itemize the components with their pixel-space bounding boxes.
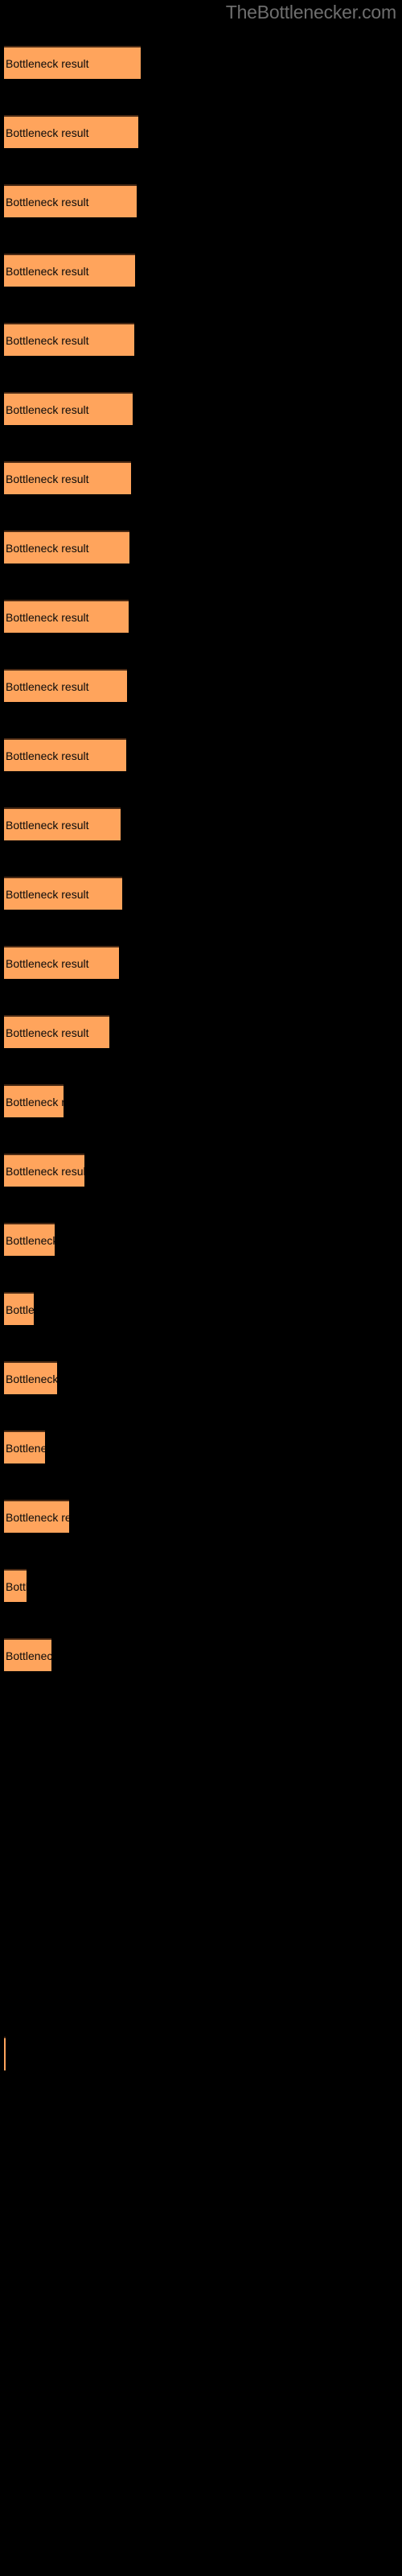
bar-label: Bottleneck result <box>6 1302 34 1316</box>
bar-label: Bottleneck result <box>6 679 89 693</box>
bar-9: Bottleneck result <box>4 600 129 633</box>
bar-label: Bottleneck result <box>6 56 89 70</box>
bar-23: Bottleneck result <box>4 1569 27 1602</box>
bar-label: Bottleneck result <box>6 1233 55 1247</box>
bar-6: Bottleneck result <box>4 392 133 425</box>
bar-label: Bottleneck result <box>6 818 89 832</box>
bar-7: Bottleneck result <box>4 461 131 494</box>
bar-8: Bottleneck result <box>4 530 129 564</box>
bar-19: Bottleneck result <box>4 1292 34 1325</box>
bar-10: Bottleneck result <box>4 669 127 702</box>
bar-label: Bottleneck result <box>6 1649 51 1662</box>
bar-22: Bottleneck result <box>4 1500 69 1533</box>
bar-21: Bottleneck result <box>4 1430 45 1463</box>
bar-series: Bottleneck result Bottleneck result Bottle… <box>0 0 402 2576</box>
bar-label: Bottleneck result <box>6 1372 57 1385</box>
bar-4: Bottleneck result <box>4 254 135 287</box>
bar-24: Bottleneck result <box>4 1638 51 1671</box>
bar-label: Bottleneck result <box>6 1095 64 1108</box>
bar-5: Bottleneck result <box>4 323 134 356</box>
bar-11: Bottleneck result <box>4 738 126 771</box>
bar-12: Bottleneck result <box>4 807 121 840</box>
bar-label: Bottleneck result <box>6 1579 27 1593</box>
bar-label: Bottleneck result <box>6 195 89 208</box>
bar-label: Bottleneck result <box>6 1164 84 1178</box>
bar-17: Bottleneck result <box>4 1154 84 1187</box>
bar-label: Bottleneck result <box>6 264 89 278</box>
bar-13: Bottleneck result <box>4 877 122 910</box>
bar-label: Bottleneck result <box>6 541 89 555</box>
bar-20: Bottleneck result <box>4 1361 57 1394</box>
bar-label: Bottleneck result <box>6 472 89 485</box>
bar-14: Bottleneck result <box>4 946 119 979</box>
bar-label: Bottleneck result <box>6 956 89 970</box>
bar-16: Bottleneck result <box>4 1084 64 1117</box>
bar-15: Bottleneck result <box>4 1015 109 1048</box>
bar-label: Bottleneck result <box>6 333 89 347</box>
bar-label: Bottleneck result <box>6 887 89 901</box>
bar-label: Bottleneck result <box>6 749 89 762</box>
bar-label: Bottleneck result <box>6 1441 45 1455</box>
bar-label: Bottleneck result <box>6 402 89 416</box>
bar-label: Bottleneck result <box>6 1510 69 1524</box>
bar-label: Bottleneck result <box>6 1026 89 1039</box>
bar-label: Bottleneck result <box>6 610 89 624</box>
bar-2: Bottleneck result <box>4 115 138 148</box>
bar-3: Bottleneck result <box>4 184 137 217</box>
bar-25: Bottleneck result <box>4 2037 6 2070</box>
bar-1: Bottleneck result <box>4 46 141 79</box>
bar-18: Bottleneck result <box>4 1223 55 1256</box>
bottleneck-chart: TheBottlenecker.com Bottleneck result Bot… <box>0 0 402 2576</box>
bar-label: Bottleneck result <box>6 126 89 139</box>
